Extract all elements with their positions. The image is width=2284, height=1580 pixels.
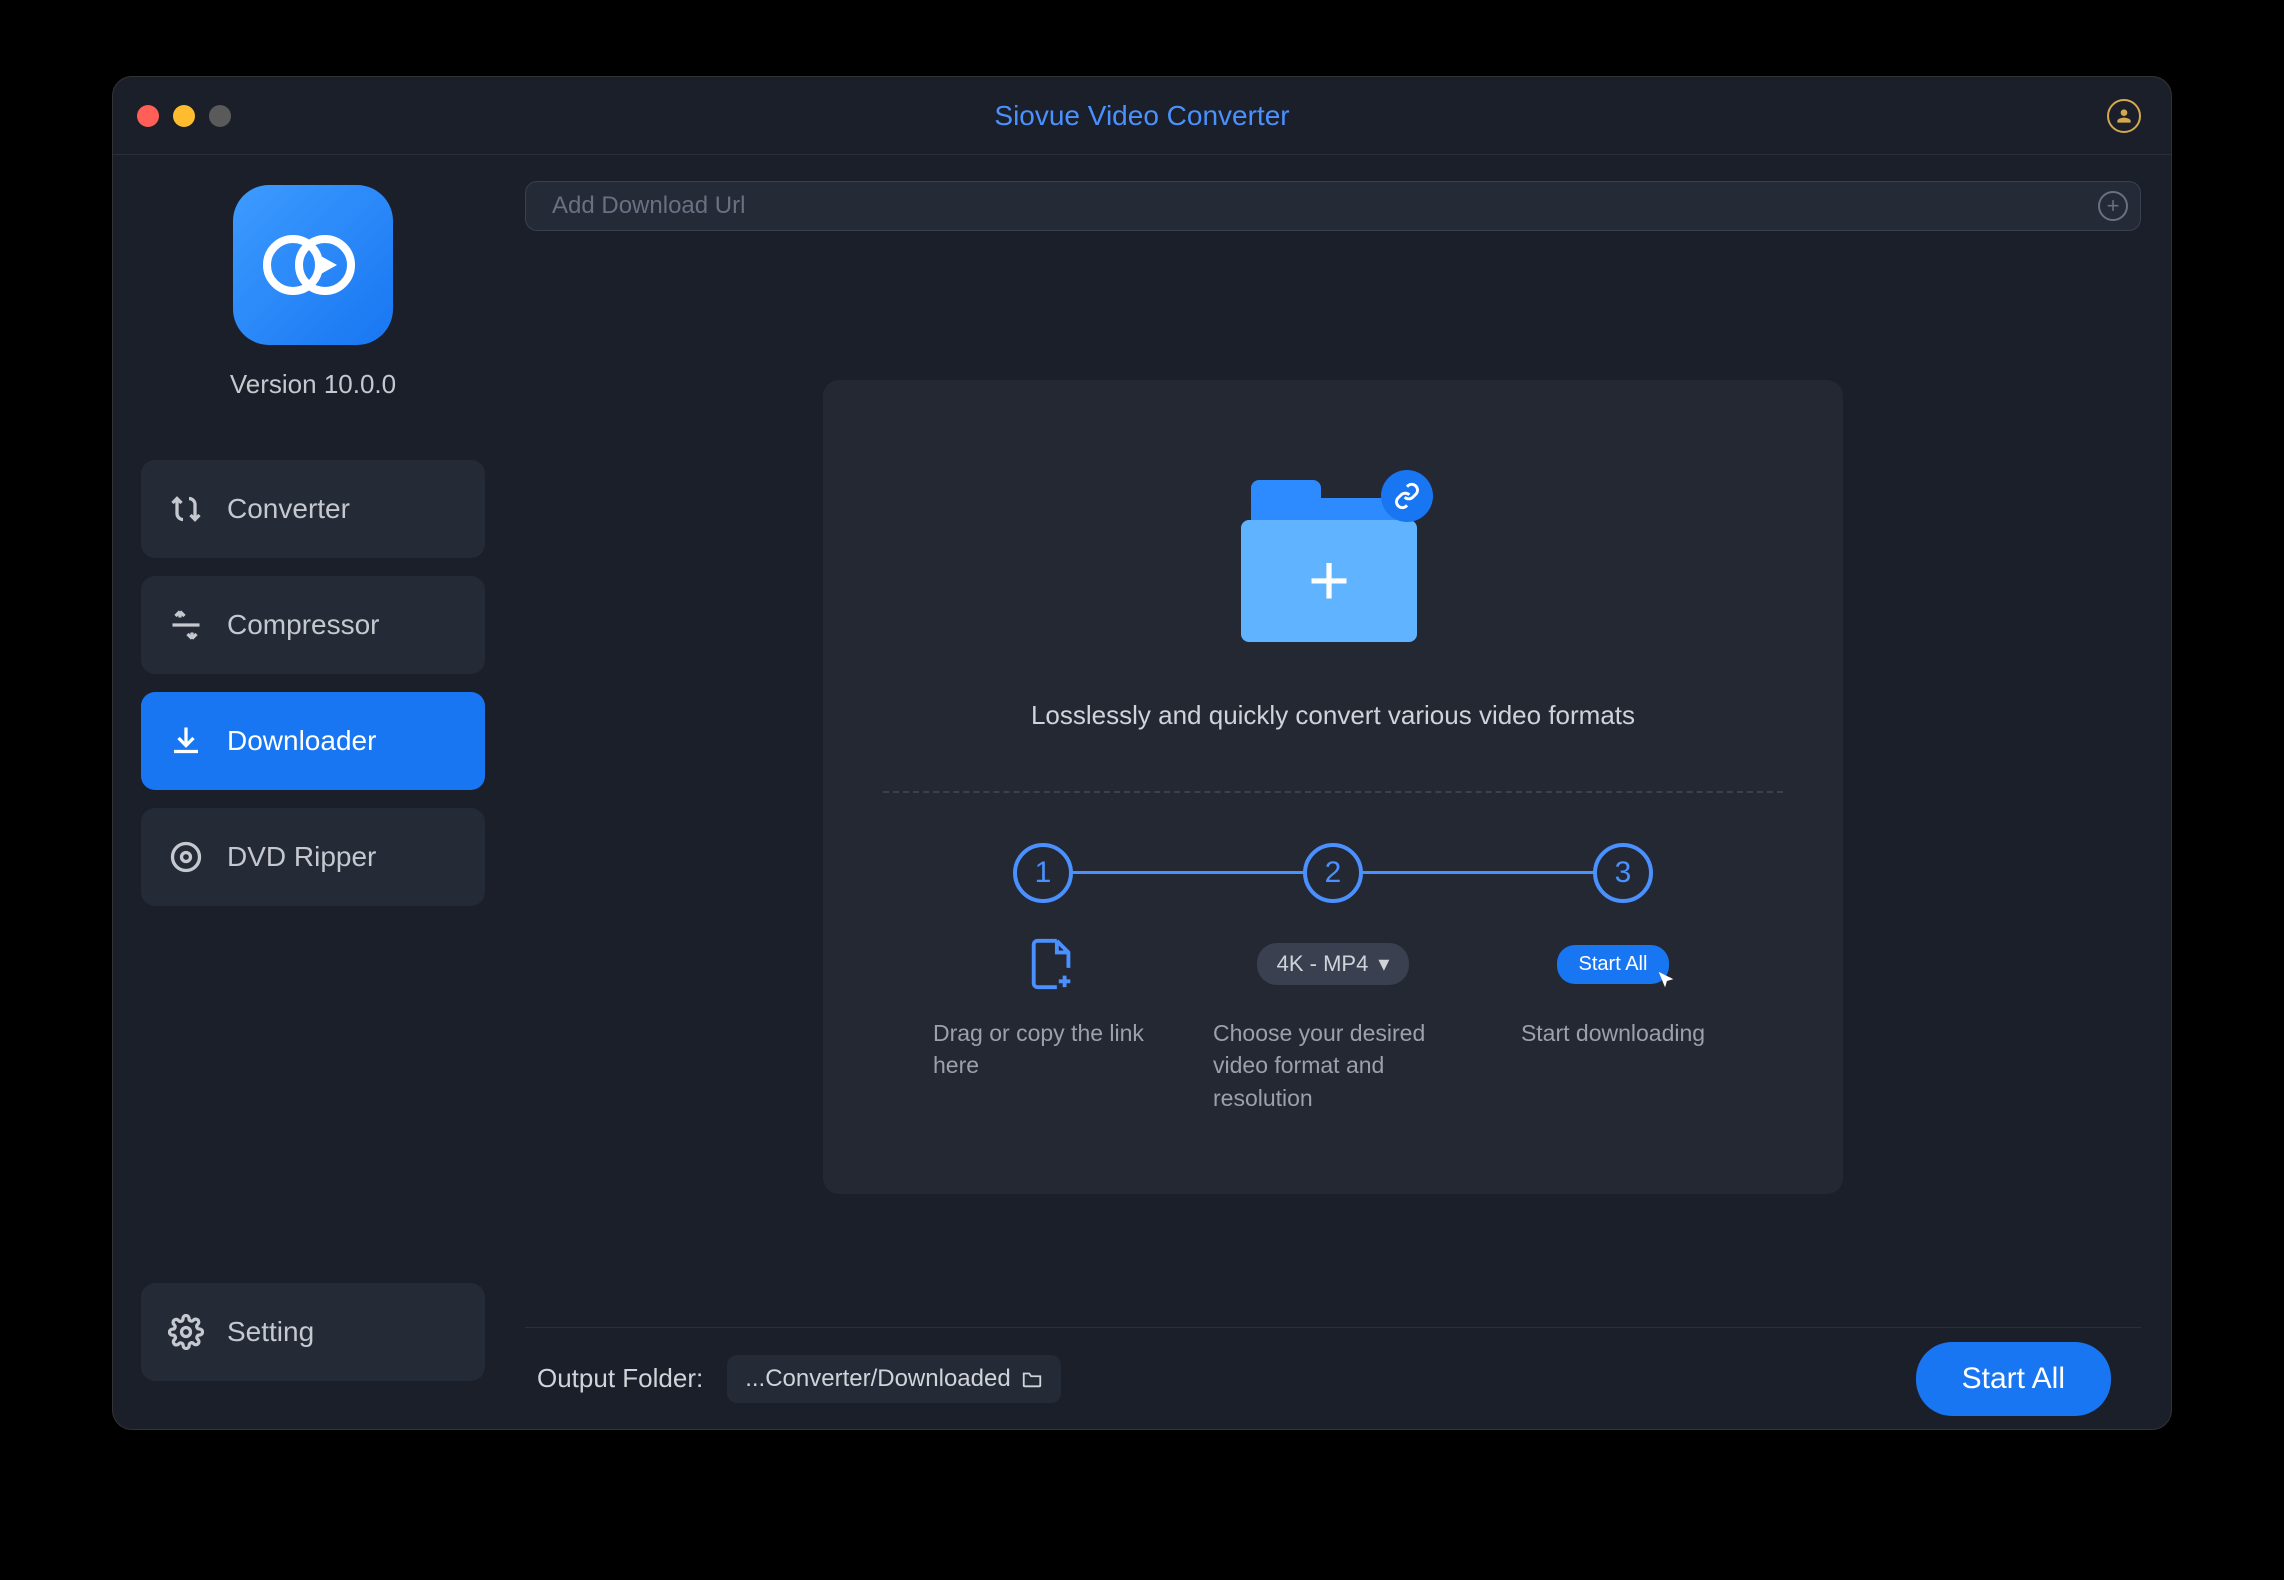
folder-illustration: + [1233, 470, 1433, 650]
logo-icon [263, 225, 363, 305]
output-folder-label: Output Folder: [537, 1363, 703, 1394]
user-icon [2114, 106, 2134, 126]
sidebar-item-label: Converter [227, 493, 350, 525]
footer-bar: Output Folder: ...Converter/Downloaded S… [525, 1327, 2141, 1429]
cursor-icon [1655, 970, 1677, 992]
divider [883, 791, 1783, 793]
compressor-icon [165, 604, 207, 646]
step-3-desc: Start downloading [1493, 1017, 1733, 1049]
sidebar: Version 10.0.0 Converter Compressor Down… [113, 155, 513, 1429]
app-body: Version 10.0.0 Converter Compressor Down… [113, 155, 2171, 1429]
start-all-button[interactable]: Start All [1916, 1342, 2111, 1416]
steps-line: 1 2 3 [1013, 843, 1653, 903]
output-path-text: ...Converter/Downloaded [745, 1365, 1010, 1393]
step-number-1: 1 [1013, 843, 1073, 903]
output-folder-selector[interactable]: ...Converter/Downloaded [727, 1355, 1060, 1403]
sidebar-item-label: Compressor [227, 609, 379, 641]
close-window-button[interactable] [137, 105, 159, 127]
app-window: Siovue Video Converter Version 10.0.0 [112, 76, 2172, 1430]
sidebar-item-compressor[interactable]: Compressor [141, 576, 485, 674]
step-3: Start All Start downloading [1493, 939, 1733, 1114]
minimize-window-button[interactable] [173, 105, 195, 127]
link-badge-icon [1381, 470, 1433, 522]
downloader-icon [165, 720, 207, 762]
main-panel: + + Losslessly and quickly convert vario… [513, 155, 2171, 1429]
step-1-desc: Drag or copy the link here [933, 1017, 1173, 1081]
download-url-input[interactable] [552, 192, 2098, 220]
app-logo [233, 185, 393, 345]
maximize-window-button[interactable] [209, 105, 231, 127]
tagline-text: Losslessly and quickly convert various v… [1031, 700, 1635, 731]
add-url-button[interactable]: + [2098, 191, 2128, 221]
profile-button[interactable] [2107, 99, 2141, 133]
plus-icon: + [1308, 540, 1350, 622]
plus-icon: + [2107, 193, 2120, 219]
step-number-3: 3 [1593, 843, 1653, 903]
gear-icon [165, 1311, 207, 1353]
chevron-down-icon: ▾ [1378, 951, 1389, 977]
sidebar-item-downloader[interactable]: Downloader [141, 692, 485, 790]
folder-icon [1021, 1369, 1043, 1389]
version-text: Version 10.0.0 [230, 369, 396, 400]
app-title: Siovue Video Converter [994, 100, 1289, 132]
sidebar-item-label: DVD Ripper [227, 841, 376, 873]
step-row: Drag or copy the link here 4K - MP4 ▾ Ch… [933, 939, 1733, 1114]
titlebar: Siovue Video Converter [113, 77, 2171, 155]
sidebar-item-label: Downloader [227, 725, 376, 757]
sidebar-item-dvd-ripper[interactable]: DVD Ripper [141, 808, 485, 906]
empty-state-card: + Losslessly and quickly convert various… [823, 380, 1843, 1194]
sidebar-item-label: Setting [227, 1316, 314, 1348]
dvd-icon [165, 836, 207, 878]
step-number-2: 2 [1303, 843, 1363, 903]
sidebar-item-setting[interactable]: Setting [141, 1283, 485, 1381]
content-area: + Losslessly and quickly convert various… [525, 247, 2141, 1327]
url-bar: + [525, 181, 2141, 231]
sidebar-item-converter[interactable]: Converter [141, 460, 485, 558]
mini-start-button: Start All [1557, 945, 1670, 984]
format-label: 4K - MP4 [1277, 951, 1369, 977]
traffic-lights [113, 105, 231, 127]
step-1: Drag or copy the link here [933, 939, 1173, 1114]
step-2-desc: Choose your desired video format and res… [1213, 1017, 1453, 1114]
logo-section: Version 10.0.0 [141, 185, 485, 400]
converter-icon [165, 488, 207, 530]
file-add-icon [1029, 937, 1077, 991]
format-selector[interactable]: 4K - MP4 ▾ [1257, 943, 1410, 985]
step-2: 4K - MP4 ▾ Choose your desired video for… [1213, 939, 1453, 1114]
